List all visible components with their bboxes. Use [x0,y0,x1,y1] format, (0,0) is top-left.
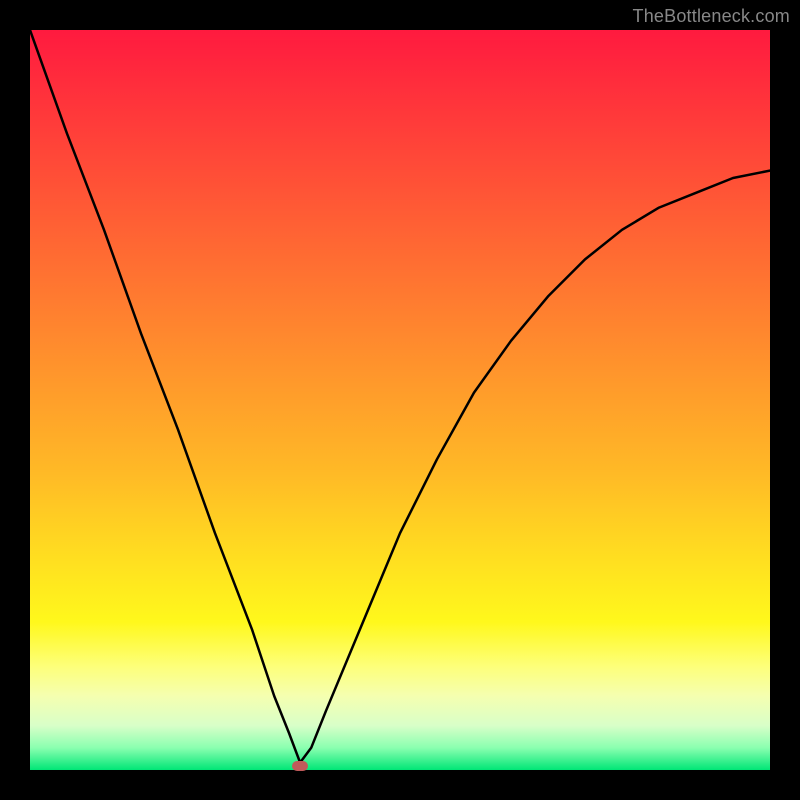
watermark-text: TheBottleneck.com [633,6,790,27]
chart-container: TheBottleneck.com [0,0,800,800]
bottleneck-curve [30,30,770,770]
min-point-marker [292,761,308,771]
plot-area [30,30,770,770]
